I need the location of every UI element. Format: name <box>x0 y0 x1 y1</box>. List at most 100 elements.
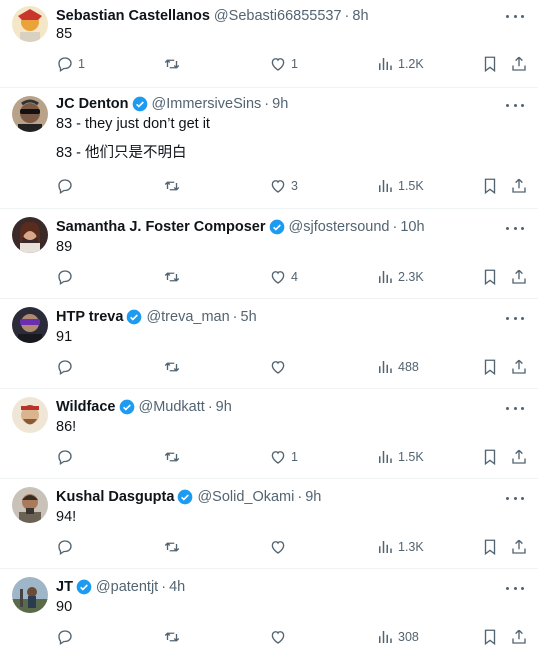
verified-badge-icon <box>76 579 92 595</box>
timestamp[interactable]: 9h <box>216 399 232 415</box>
reply-button[interactable] <box>56 627 78 647</box>
author-name[interactable]: Wildface <box>56 399 116 415</box>
tweet-actions: 1 1 1.2K <box>56 54 530 74</box>
bookmark-button[interactable] <box>481 357 499 377</box>
author-handle[interactable]: @patentjt <box>96 579 158 595</box>
like-button[interactable] <box>269 537 291 557</box>
views-button[interactable]: 488 <box>376 357 419 377</box>
like-button[interactable]: 1 <box>269 54 298 74</box>
views-button[interactable]: 1.5K <box>376 176 424 196</box>
share-button[interactable] <box>510 627 528 647</box>
reply-button[interactable] <box>56 447 78 467</box>
avatar[interactable] <box>12 397 48 433</box>
retweet-button[interactable] <box>163 176 185 196</box>
timestamp[interactable]: 9h <box>305 489 321 505</box>
retweet-button[interactable] <box>163 447 185 467</box>
more-icon[interactable] <box>506 581 524 595</box>
avatar[interactable] <box>12 577 48 613</box>
tweet[interactable]: Samantha J. Foster Composer @sjfostersou… <box>0 209 538 299</box>
views-icon <box>376 177 394 195</box>
reply-button[interactable] <box>56 267 78 287</box>
more-icon[interactable] <box>506 311 524 325</box>
author-handle[interactable]: @Mudkatt <box>139 399 205 415</box>
author-handle[interactable]: @treva_man <box>146 309 229 325</box>
retweet-button[interactable] <box>163 54 185 74</box>
author-handle[interactable]: @sjfostersound <box>289 219 390 235</box>
bookmark-button[interactable] <box>481 267 499 287</box>
share-button[interactable] <box>510 54 528 74</box>
bookmark-button[interactable] <box>481 447 499 467</box>
tweet-feed: Sebastian Castellanos @Sebasti66855537 ·… <box>0 0 550 653</box>
timestamp[interactable]: 9h <box>272 96 288 112</box>
verified-badge-icon <box>126 309 142 325</box>
views-count: 488 <box>398 360 419 374</box>
bookmark-icon <box>481 177 499 195</box>
views-button[interactable]: 2.3K <box>376 267 424 287</box>
tweet[interactable]: JT @patentjt · 4h 90 308 <box>0 569 538 653</box>
avatar[interactable] <box>12 217 48 253</box>
like-count: 1 <box>291 57 298 71</box>
share-button[interactable] <box>510 267 528 287</box>
views-button[interactable]: 1.5K <box>376 447 424 467</box>
author-name[interactable]: Kushal Dasgupta <box>56 489 174 505</box>
views-button[interactable]: 308 <box>376 627 419 647</box>
retweet-icon <box>163 177 181 195</box>
timestamp[interactable]: 5h <box>241 309 257 325</box>
like-button[interactable] <box>269 357 291 377</box>
author-name[interactable]: JC Denton <box>56 96 129 112</box>
retweet-button[interactable] <box>163 537 185 557</box>
author-name[interactable]: HTP treva <box>56 309 123 325</box>
reply-button[interactable] <box>56 537 78 557</box>
tweet[interactable]: Kushal Dasgupta @Solid_Okami · 9h 94! 1.… <box>0 479 538 569</box>
share-button[interactable] <box>510 357 528 377</box>
avatar[interactable] <box>12 96 48 132</box>
timestamp[interactable]: 10h <box>400 219 424 235</box>
avatar[interactable] <box>12 307 48 343</box>
share-button[interactable] <box>510 537 528 557</box>
more-icon[interactable] <box>506 491 524 505</box>
avatar[interactable] <box>12 6 48 42</box>
author-handle[interactable]: @Sebasti66855537 <box>214 8 342 24</box>
more-icon[interactable] <box>506 9 524 23</box>
reply-icon <box>56 358 74 376</box>
like-button[interactable]: 1 <box>269 447 298 467</box>
author-name[interactable]: JT <box>56 579 73 595</box>
bookmark-button[interactable] <box>481 537 499 557</box>
tweet-header: HTP treva @treva_man · 5h <box>56 307 538 327</box>
author-name[interactable]: Samantha J. Foster Composer <box>56 219 266 235</box>
views-icon <box>376 448 394 466</box>
more-icon[interactable] <box>506 221 524 235</box>
like-button[interactable] <box>269 627 291 647</box>
verified-badge-icon <box>269 219 285 235</box>
tweet[interactable]: Sebastian Castellanos @Sebasti66855537 ·… <box>0 0 538 88</box>
retweet-button[interactable] <box>163 267 185 287</box>
bookmark-button[interactable] <box>481 54 499 74</box>
author-name[interactable]: Sebastian Castellanos <box>56 8 210 24</box>
retweet-icon <box>163 628 181 646</box>
share-button[interactable] <box>510 176 528 196</box>
retweet-button[interactable] <box>163 627 185 647</box>
like-button[interactable]: 3 <box>269 176 298 196</box>
reply-button[interactable] <box>56 357 78 377</box>
reply-button[interactable]: 1 <box>56 54 85 74</box>
tweet[interactable]: HTP treva @treva_man · 5h 91 488 <box>0 299 538 389</box>
timestamp[interactable]: 8h <box>352 8 368 24</box>
bookmark-button[interactable] <box>481 627 499 647</box>
bookmark-button[interactable] <box>481 176 499 196</box>
avatar[interactable] <box>12 487 48 523</box>
retweet-icon <box>163 538 181 556</box>
views-icon <box>376 55 394 73</box>
reply-button[interactable] <box>56 176 78 196</box>
views-button[interactable]: 1.3K <box>376 537 424 557</box>
views-button[interactable]: 1.2K <box>376 54 424 74</box>
share-button[interactable] <box>510 447 528 467</box>
retweet-button[interactable] <box>163 357 185 377</box>
more-icon[interactable] <box>506 401 524 415</box>
like-button[interactable]: 4 <box>269 267 298 287</box>
author-handle[interactable]: @ImmersiveSins <box>152 96 262 112</box>
timestamp[interactable]: 4h <box>169 579 185 595</box>
more-icon[interactable] <box>506 98 524 112</box>
author-handle[interactable]: @Solid_Okami <box>197 489 294 505</box>
tweet[interactable]: JC Denton @ImmersiveSins · 9h 83 - they … <box>0 88 538 209</box>
tweet[interactable]: Wildface @Mudkatt · 9h 86! 1 1.5K <box>0 389 538 479</box>
